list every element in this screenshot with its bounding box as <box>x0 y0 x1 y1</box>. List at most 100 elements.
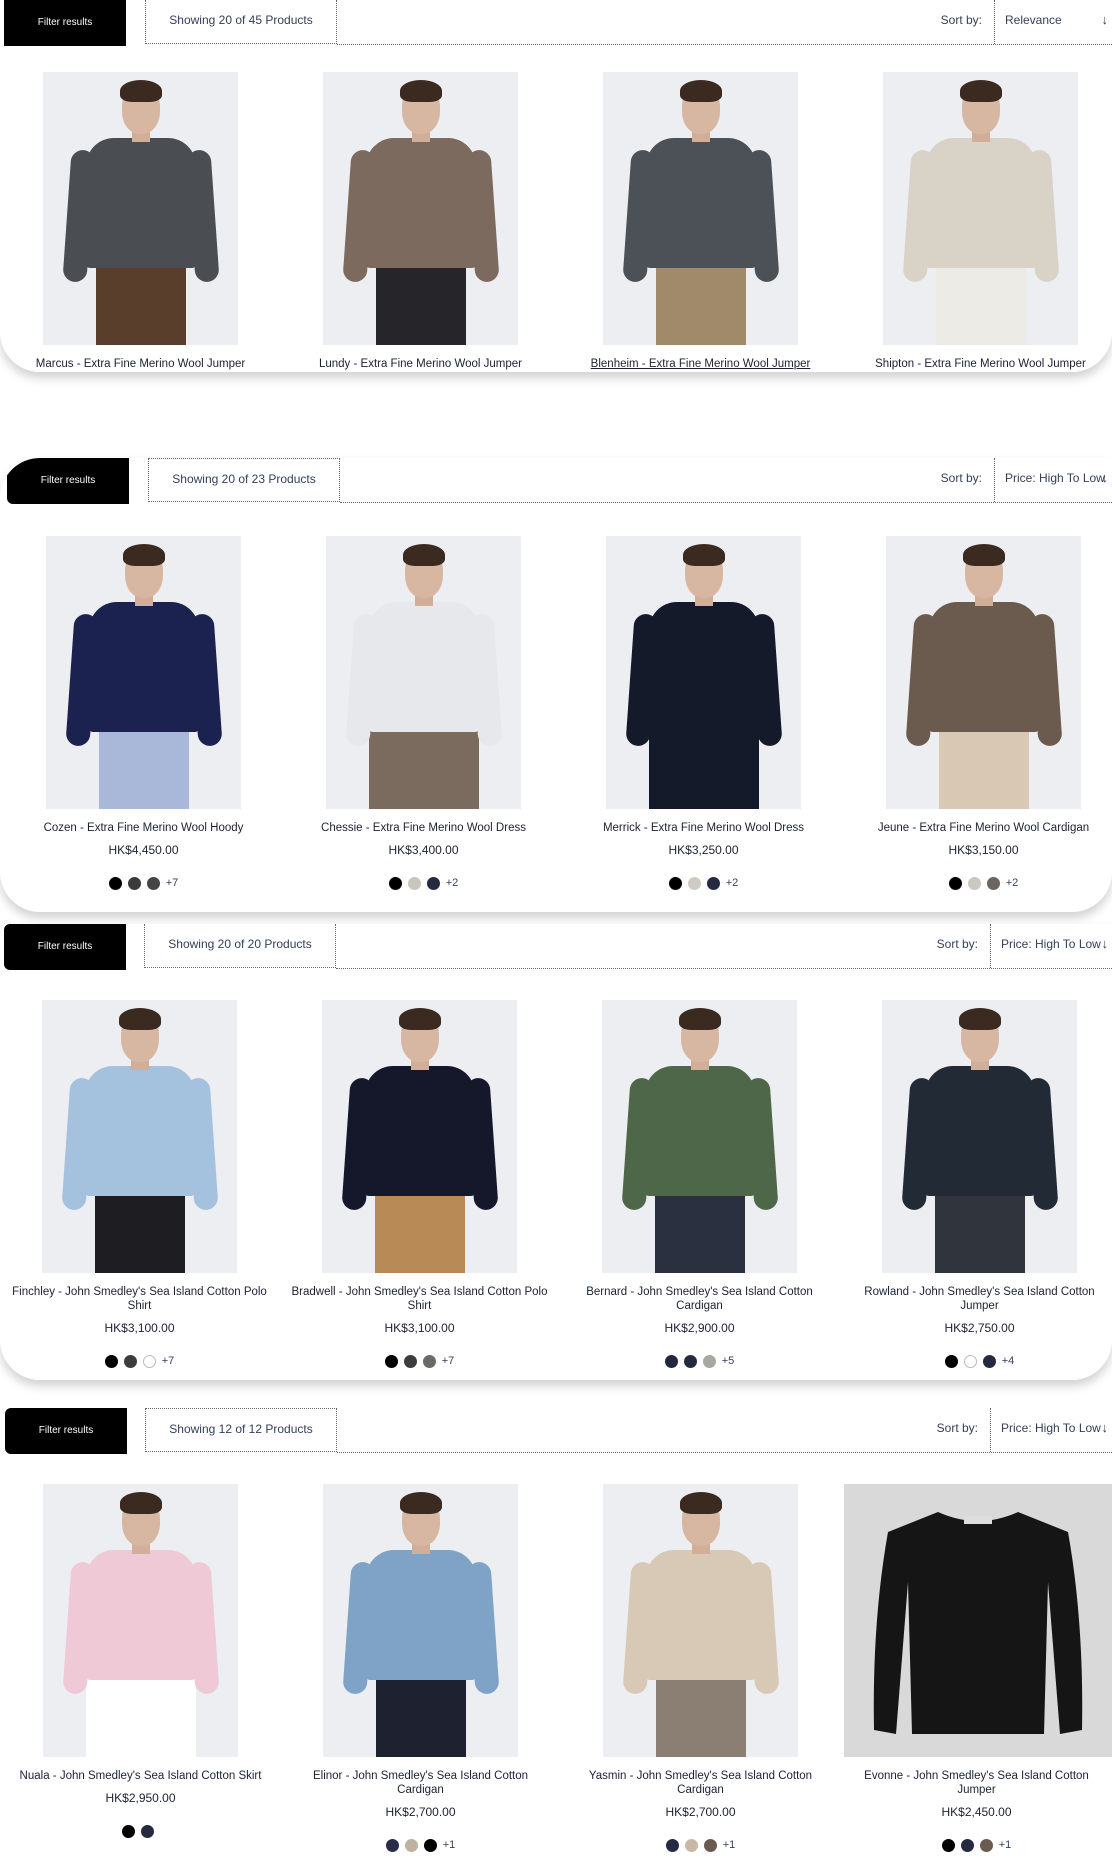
product-name-link[interactable]: Lundy - Extra Fine Merino Wool Jumper <box>288 357 553 371</box>
product-name-link[interactable]: Shipton - Extra Fine Merino Wool Jumper <box>848 357 1112 371</box>
product-card[interactable]: Chessie - Extra Fine Merino Wool Dress HK… <box>291 536 556 891</box>
product-card[interactable]: Lundy - Extra Fine Merino Wool JumperHK$… <box>288 72 553 372</box>
product-name-link[interactable]: Bradwell - John Smedley's Sea Island Cot… <box>287 1285 552 1313</box>
product-name-link[interactable]: Nuala - John Smedley's Sea Island Cotton… <box>8 1769 273 1783</box>
product-card[interactable]: Merrick - Extra Fine Merino Wool Dress HK… <box>571 536 836 891</box>
more-colors-count[interactable]: +2 <box>1006 877 1019 889</box>
product-name-link[interactable]: Blenheim - Extra Fine Merino Wool Jumper <box>568 357 833 371</box>
product-card[interactable]: Jeune - Extra Fine Merino Wool Cardigan H… <box>851 536 1112 891</box>
color-swatch[interactable] <box>104 1354 118 1368</box>
color-swatch[interactable] <box>384 1354 398 1368</box>
color-swatch[interactable] <box>422 1354 436 1368</box>
more-colors-count[interactable]: +4 <box>1002 1355 1015 1367</box>
product-name-link[interactable]: Yasmin - John Smedley's Sea Island Cotto… <box>568 1769 833 1797</box>
product-card[interactable]: Evonne - John Smedley's Sea Island Cotto… <box>844 1484 1112 1853</box>
color-swatch[interactable] <box>979 1838 993 1852</box>
product-image[interactable] <box>606 536 801 809</box>
product-image[interactable] <box>43 72 238 345</box>
product-card[interactable]: Elinor - John Smedley's Sea Island Cotto… <box>288 1484 553 1853</box>
product-card[interactable]: Marcus - Extra Fine Merino Wool JumperHK… <box>8 72 273 372</box>
filter-results-button[interactable]: Filter results <box>7 458 129 504</box>
filter-results-button[interactable]: Filter results <box>4 0 126 46</box>
sort-select[interactable]: Price: High To Low ↓ <box>990 1408 1112 1452</box>
color-swatch[interactable] <box>426 876 440 890</box>
product-image[interactable] <box>43 1484 238 1757</box>
color-swatch[interactable] <box>960 1838 974 1852</box>
product-name-link[interactable]: Bernard - John Smedley's Sea Island Cott… <box>567 1285 832 1313</box>
more-colors-count[interactable]: +2 <box>726 877 739 889</box>
product-image[interactable] <box>886 536 1081 809</box>
color-swatch[interactable] <box>684 1838 698 1852</box>
product-card[interactable]: Blenheim - Extra Fine Merino Wool Jumper… <box>568 72 833 372</box>
color-swatch[interactable] <box>423 1838 437 1852</box>
filter-results-button[interactable]: Filter results <box>4 924 126 970</box>
sort-select[interactable]: Relevance ↓ <box>994 0 1112 44</box>
color-swatch[interactable] <box>121 1824 135 1838</box>
more-colors-count[interactable]: +2 <box>446 877 459 889</box>
color-swatch[interactable] <box>388 876 402 890</box>
color-swatch[interactable] <box>146 876 160 890</box>
color-swatch[interactable] <box>108 876 122 890</box>
product-name-link[interactable]: Chessie - Extra Fine Merino Wool Dress <box>291 821 556 835</box>
product-card[interactable]: Rowland - John Smedley's Sea Island Cott… <box>847 1000 1112 1369</box>
color-swatch[interactable] <box>404 1838 418 1852</box>
product-card[interactable]: Yasmin - John Smedley's Sea Island Cotto… <box>568 1484 833 1853</box>
product-card[interactable]: Finchley - John Smedley's Sea Island Cot… <box>7 1000 272 1369</box>
color-swatch[interactable] <box>963 1354 977 1368</box>
color-swatch[interactable] <box>142 1354 156 1368</box>
more-colors-count[interactable]: +7 <box>162 1355 175 1367</box>
color-swatch[interactable] <box>123 1354 137 1368</box>
product-image[interactable] <box>326 536 521 809</box>
product-image[interactable] <box>603 1484 798 1757</box>
color-swatch[interactable] <box>668 876 682 890</box>
product-name-link[interactable]: Jeune - Extra Fine Merino Wool Cardigan <box>851 821 1112 835</box>
color-swatch[interactable] <box>687 876 701 890</box>
more-colors-count[interactable]: +1 <box>723 1839 736 1851</box>
sort-select[interactable]: Price: High To Low ↓ <box>994 458 1112 502</box>
product-image[interactable] <box>602 1000 797 1273</box>
product-card[interactable]: Bradwell - John Smedley's Sea Island Cot… <box>287 1000 552 1369</box>
product-image[interactable] <box>883 72 1078 345</box>
product-card[interactable]: Nuala - John Smedley's Sea Island Cotton… <box>8 1484 273 1839</box>
product-name-link[interactable]: Elinor - John Smedley's Sea Island Cotto… <box>288 1769 553 1797</box>
product-image[interactable] <box>42 1000 237 1273</box>
filter-results-button[interactable]: Filter results <box>5 1408 127 1454</box>
color-swatch[interactable] <box>140 1824 154 1838</box>
color-swatch[interactable] <box>385 1838 399 1852</box>
product-card[interactable]: Cozen - Extra Fine Merino Wool Hoody HK$4… <box>11 536 276 891</box>
product-name-link[interactable]: Rowland - John Smedley's Sea Island Cott… <box>847 1285 1112 1313</box>
color-swatch[interactable] <box>982 1354 996 1368</box>
product-image[interactable] <box>882 1000 1077 1273</box>
more-colors-count[interactable]: +1 <box>443 1839 456 1851</box>
sort-select[interactable]: Price: High To Low ↓ <box>990 924 1112 968</box>
more-colors-count[interactable]: +7 <box>166 877 179 889</box>
product-name-link[interactable]: Finchley - John Smedley's Sea Island Cot… <box>7 1285 272 1313</box>
more-colors-count[interactable]: +5 <box>722 1355 735 1367</box>
color-swatch[interactable] <box>407 876 421 890</box>
color-swatch[interactable] <box>967 876 981 890</box>
color-swatch[interactable] <box>702 1354 716 1368</box>
product-image[interactable] <box>323 72 518 345</box>
color-swatch[interactable] <box>944 1354 958 1368</box>
product-card[interactable]: Shipton - Extra Fine Merino Wool JumperH… <box>848 72 1112 372</box>
product-name-link[interactable]: Marcus - Extra Fine Merino Wool Jumper <box>8 357 273 371</box>
color-swatch[interactable] <box>948 876 962 890</box>
color-swatch[interactable] <box>706 876 720 890</box>
product-image[interactable] <box>322 1000 517 1273</box>
product-image[interactable] <box>46 536 241 809</box>
product-image[interactable] <box>844 1484 1112 1757</box>
product-card[interactable]: Bernard - John Smedley's Sea Island Cott… <box>567 1000 832 1369</box>
color-swatch[interactable] <box>127 876 141 890</box>
product-image[interactable] <box>603 72 798 345</box>
more-colors-count[interactable]: +1 <box>999 1839 1012 1851</box>
color-swatch[interactable] <box>703 1838 717 1852</box>
more-colors-count[interactable]: +7 <box>442 1355 455 1367</box>
product-name-link[interactable]: Merrick - Extra Fine Merino Wool Dress <box>571 821 836 835</box>
color-swatch[interactable] <box>403 1354 417 1368</box>
product-name-link[interactable]: Cozen - Extra Fine Merino Wool Hoody <box>11 821 276 835</box>
color-swatch[interactable] <box>986 876 1000 890</box>
color-swatch[interactable] <box>664 1354 678 1368</box>
product-name-link[interactable]: Evonne - John Smedley's Sea Island Cotto… <box>844 1769 1109 1797</box>
color-swatch[interactable] <box>665 1838 679 1852</box>
color-swatch[interactable] <box>683 1354 697 1368</box>
